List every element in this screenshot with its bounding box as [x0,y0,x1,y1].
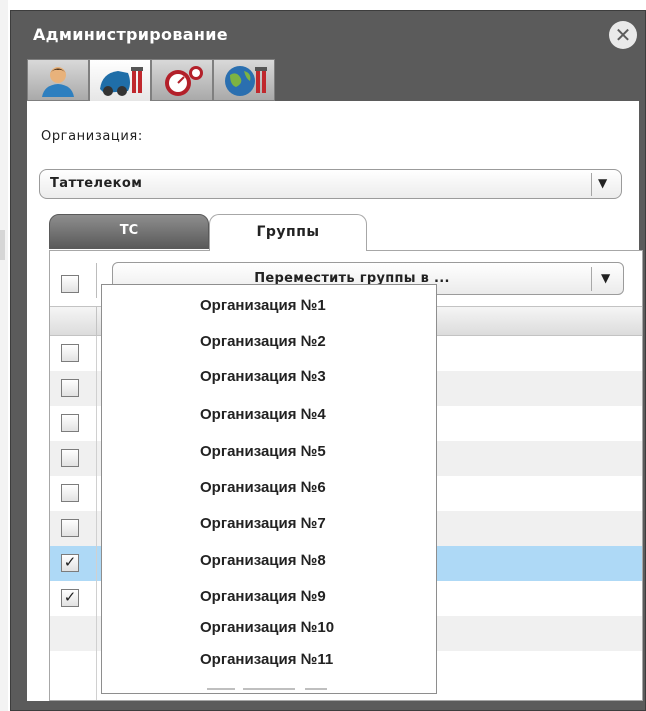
organization-select-value: Таттелеком [50,176,143,191]
sensors-icon [165,66,203,96]
window-title: Администрирование [33,25,228,44]
vehicle-settings-icon [100,67,143,96]
column-divider [96,336,97,700]
dropdown-option[interactable]: Организация №10 [102,619,436,636]
header-divider [96,307,97,337]
dropdown-option[interactable]: Организация №8 [102,552,436,569]
icon-tab-users[interactable] [27,59,89,101]
dropdown-option[interactable]: Организация №7 [102,515,436,532]
row-checkbox[interactable] [61,414,79,432]
row-checkbox[interactable]: ✓ [61,554,79,572]
move-groups-dropdown-list: Организация №1 Организация №2 Организаци… [101,284,437,694]
icon-tab-geo[interactable] [213,59,275,101]
icon-tab-sensors[interactable] [151,59,213,101]
dropdown-option[interactable]: Организация №2 [102,333,436,350]
row-checkbox[interactable] [61,484,79,502]
tab-ts[interactable]: ТС [49,214,209,249]
row-checkbox[interactable] [61,344,79,362]
organization-label: Организация: [41,129,143,144]
close-button[interactable]: ✕ [609,21,637,49]
select-divider [591,173,592,196]
dropdown-option[interactable]: Организация №1 [102,297,436,314]
dropdown-option[interactable]: Организация №11 [102,651,436,668]
globe-settings-icon [225,66,267,96]
background-handle [0,230,5,260]
tab-groups[interactable]: Группы [209,214,367,251]
row-checkbox[interactable] [61,379,79,397]
dropdown-option[interactable]: Организация №3 [102,368,436,385]
row-checkbox[interactable] [61,519,79,537]
organization-select[interactable]: Таттелеком ▼ [39,169,622,199]
dropdown-more-indicator [207,688,327,691]
dropdown-option[interactable]: Организация №5 [102,443,436,460]
dropdown-option[interactable]: Организация №4 [102,406,436,423]
row-checkbox[interactable]: ✓ [61,589,79,607]
dropdown-option[interactable]: Организация №6 [102,479,436,496]
chevron-down-icon: ▼ [598,176,608,190]
select-all-checkbox[interactable] [61,275,79,293]
user-icon [42,67,74,97]
window-titlebar: Администрирование ✕ [11,11,645,59]
select-divider [591,267,592,291]
background-left-strip [0,0,8,711]
dropdown-option[interactable]: Организация №9 [102,588,436,605]
close-icon: ✕ [614,23,632,47]
row-checkbox[interactable] [61,449,79,467]
toolbar-divider [96,263,97,298]
icon-tab-vehicles[interactable] [89,59,151,102]
chevron-down-icon: ▼ [601,271,611,285]
